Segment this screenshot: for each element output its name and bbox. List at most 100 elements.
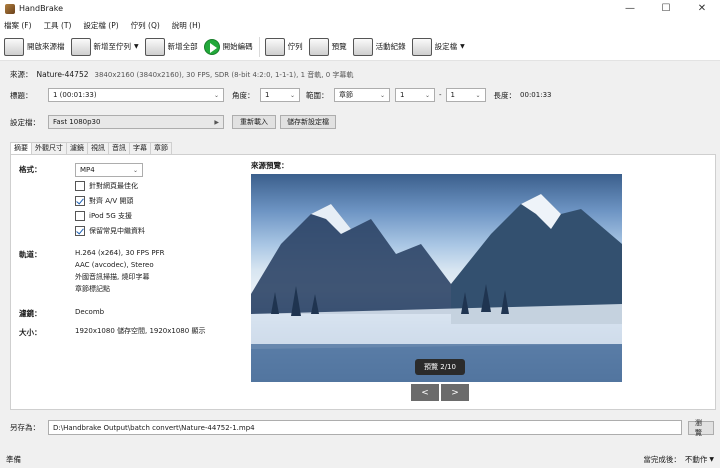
chevron-down-icon: ⌄ [424,91,430,99]
preview-button[interactable]: 預覽 [308,36,347,58]
presets-button[interactable]: 設定檔 ▼ [411,36,465,58]
add-image-icon [70,37,91,56]
checkbox-box [75,211,85,221]
source-name: Nature-44752 [36,70,89,79]
activity-log-button[interactable]: 活動紀錄 [352,36,406,58]
checkbox-box [75,196,85,206]
tab-audio[interactable]: 音訊 [108,142,130,154]
when-done-select[interactable]: 不動作 [685,454,708,465]
browse-button[interactable]: 瀏覽 [688,419,714,437]
activity-log-icon [352,37,373,56]
add-all-label: 新增全部 [167,42,198,51]
title-select-value: 1 (00:01:33) [53,91,97,99]
menu-presets[interactable]: 設定檔 (P) [83,20,118,31]
preview-counter: 預覽 2/10 [415,359,465,375]
save-new-preset-button[interactable]: 儲存新設定檔 [280,115,336,129]
preset-label: 設定檔： [10,117,40,127]
format-select[interactable]: MP4 ⌄ [75,163,143,177]
menu-help[interactable]: 說明 (H) [172,20,201,31]
menu-tools[interactable]: 工具 (T) [44,20,72,31]
web-optimize-checkbox[interactable]: 針對網頁最佳化 [75,181,138,191]
checkbox-box [75,226,85,236]
close-button[interactable]: ✕ [684,0,720,17]
add-all-button[interactable]: 新增全部 [144,36,198,58]
presets-label: 設定檔 [434,42,458,51]
next-preview-button[interactable]: > [441,384,469,401]
save-as-row: 另存為： D:\Handbrake Output\batch convert\N… [10,419,714,437]
filters-label: 濾鏡： [19,309,42,318]
landscape-picture [251,194,622,382]
tab-strip: 摘要 外觀尺寸 濾鏡 視訊 音訊 字幕 章節 [10,142,172,155]
menu-queue[interactable]: 佇列 (Q) [131,20,160,31]
minimize-button[interactable]: — [612,0,648,17]
status-bar: 準備 當完成後： 不動作 ▼ [0,451,720,468]
tab-video[interactable]: 視訊 [87,142,109,154]
track-item: 外國音訊掃描, 燒印字幕 [75,273,150,281]
save-as-label: 另存為： [10,423,40,432]
tab-filters[interactable]: 濾鏡 [66,142,88,154]
source-info: 3840x2160 (3840x2160), 30 FPS, SDR (8-bi… [94,70,354,79]
maximize-button[interactable]: ☐ [648,0,684,17]
title-label: 標題： [10,90,33,100]
keep-metadata-label: 保留常見中繼資料 [89,227,145,235]
source-preview-label: 來源預覽： [251,161,289,170]
size-value: 1920x1080 儲存空間, 1920x1080 顯示 [75,327,206,335]
tab-dimensions[interactable]: 外觀尺寸 [31,142,67,154]
angle-select[interactable]: 1 ⌄ [260,88,300,102]
chevron-down-icon: ⌄ [289,91,295,99]
chevron-down-icon[interactable]: ▼ [709,456,714,463]
duration-value: 00:01:33 [520,91,552,99]
previous-preview-button[interactable]: < [411,384,439,401]
chevron-down-icon[interactable]: ▼ [134,43,139,50]
align-av-checkbox[interactable]: 對齊 A/V 開頭 [75,196,133,206]
preset-row: 設定檔： Fast 1080p30 ▶ 重新載入 儲存新設定檔 [10,115,336,129]
range-to-select[interactable]: 1 ⌄ [445,88,486,102]
range-to-value: 1 [450,91,455,99]
tab-chapters[interactable]: 章節 [150,142,172,154]
open-source-label: 開啟來源檔 [27,42,65,51]
tracks-list: H.264 (x264), 30 FPS PFR AAC (avcodec), … [75,247,165,295]
chevron-down-icon: ⌄ [213,91,219,99]
keep-metadata-checkbox[interactable]: 保留常見中繼資料 [75,226,145,236]
ipod-support-checkbox[interactable]: iPod 5G 支援 [75,211,132,221]
range-type-select[interactable]: 章節 ⌄ [334,88,390,102]
duration-label: 長度： [493,90,517,100]
open-source-button[interactable]: 開啟來源檔 [4,36,65,58]
presets-icon [411,37,432,56]
reload-button[interactable]: 重新載入 [232,115,276,129]
chevron-down-icon[interactable]: ▼ [460,43,465,50]
web-optimize-label: 針對網頁最佳化 [89,182,138,190]
title-row: 標題： 1 (00:01:33) ⌄ 角度： 1 ⌄ 範圍： 章節 ⌄ 1 ⌄ … [10,88,551,102]
preview-icon [308,37,329,56]
size-label: 大小： [19,328,42,337]
add-to-queue-button[interactable]: 新增至佇列 ▼ [70,36,139,58]
chevron-down-icon: ⌄ [132,166,138,174]
toolbar: 開啟來源檔 新增至佇列 ▼ 新增全部 開始編碼 佇列 預覽 活動紀錄 設定檔 ▼ [0,33,720,61]
source-preview-image: 預覽 2/10 [251,174,622,382]
checkbox-box [75,181,85,191]
play-icon [203,38,220,55]
preview-label: 預覽 [331,42,347,51]
source-label: 來源： [10,70,33,79]
filters-value: Decomb [75,308,105,316]
title-select[interactable]: 1 (00:01:33) ⌄ [48,88,224,102]
angle-select-value: 1 [265,91,270,99]
tab-subtitles[interactable]: 字幕 [129,142,151,154]
preset-select-value: Fast 1080p30 [53,118,101,126]
track-item: H.264 (x264), 30 FPS PFR [75,249,165,257]
toolbar-divider [258,36,260,57]
angle-label: 角度： [232,90,255,100]
activity-log-label: 活動紀錄 [375,42,406,51]
chevron-down-icon: ⌄ [379,91,385,99]
source-row: 來源： Nature-44752 3840x2160 (3840x2160), … [10,69,353,80]
menu-file[interactable]: 檔案 (F) [4,20,32,31]
range-from-select[interactable]: 1 ⌄ [395,88,435,102]
queue-label: 佇列 [287,42,303,51]
start-encode-button[interactable]: 開始編碼 [203,36,253,58]
destination-path-field[interactable]: D:\Handbrake Output\batch convert\Nature… [48,420,682,435]
queue-button[interactable]: 佇列 [264,36,303,58]
status-text: 準備 [6,455,21,464]
chevron-down-icon: ⌄ [475,91,481,99]
when-done-label: 當完成後： [643,455,681,464]
preset-select[interactable]: Fast 1080p30 ▶ [48,115,224,129]
